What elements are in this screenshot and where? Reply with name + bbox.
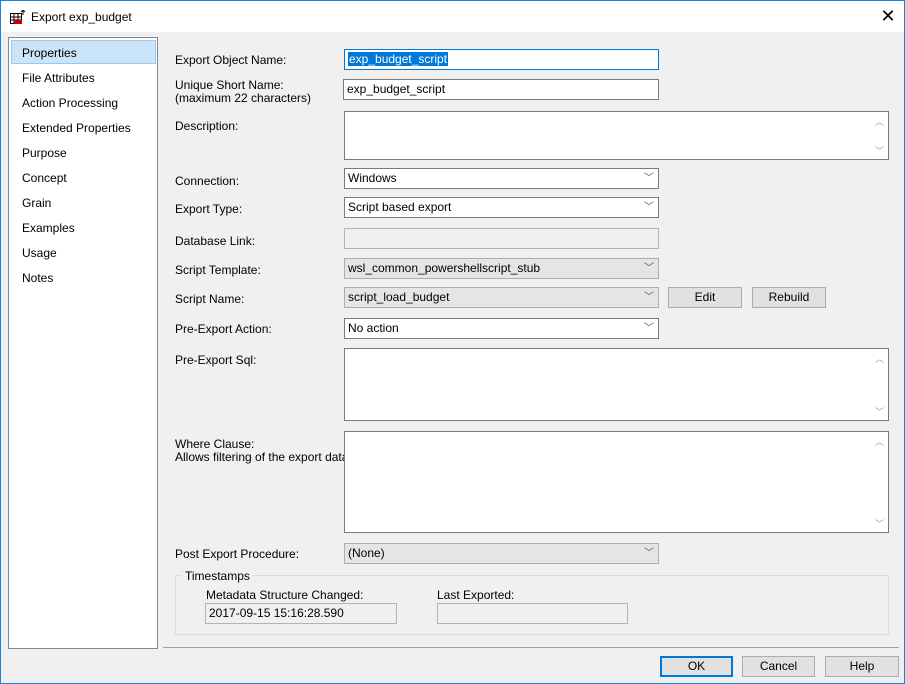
scroll-down-icon[interactable]: ﹀: [875, 517, 884, 530]
sidebar-nav: Properties File Attributes Action Proces…: [8, 37, 158, 649]
sidebar-item-extended-properties[interactable]: Extended Properties: [11, 116, 156, 140]
scroll-down-icon[interactable]: ﹀: [875, 144, 884, 157]
post-export-procedure-value: (None): [348, 546, 385, 560]
post-export-procedure-label: Post Export Procedure:: [175, 547, 300, 561]
unique-short-name-label: Unique Short Name:: [175, 78, 284, 92]
chevron-down-icon: ﹀: [644, 202, 654, 213]
where-clause-label: Where Clause:: [175, 437, 255, 451]
export-type-label: Export Type:: [175, 202, 243, 216]
chevron-down-icon: ﹀: [644, 548, 654, 559]
sidebar-item-notes[interactable]: Notes: [11, 266, 156, 290]
connection-label: Connection:: [175, 174, 240, 188]
script-template-value: wsl_common_powershellscript_stub: [348, 261, 541, 275]
post-export-procedure-select[interactable]: (None) ﹀: [344, 543, 659, 564]
pre-export-sql-textarea[interactable]: ︿ ﹀: [344, 348, 889, 421]
where-clause-scrollbar[interactable]: ︿ ﹀: [871, 432, 888, 532]
sidebar-item-properties[interactable]: Properties: [11, 40, 156, 64]
sidebar-item-grain[interactable]: Grain: [11, 191, 156, 215]
connection-select[interactable]: Windows ﹀: [344, 168, 659, 189]
script-name-select[interactable]: script_load_budget ﹀: [344, 287, 659, 308]
table-export-icon: [10, 10, 26, 24]
where-clause-textarea[interactable]: ︿ ﹀: [344, 431, 889, 533]
scroll-up-icon[interactable]: ︿: [875, 352, 884, 365]
cancel-button[interactable]: Cancel: [742, 656, 815, 677]
description-label: Description:: [175, 119, 239, 133]
last-exported-field: [437, 603, 628, 624]
sidebar-item-action-processing[interactable]: Action Processing: [11, 91, 156, 115]
sidebar-item-examples[interactable]: Examples: [11, 216, 156, 240]
edit-button[interactable]: Edit: [668, 287, 742, 308]
scroll-up-icon[interactable]: ︿: [875, 115, 884, 128]
last-exported-label: Last Exported:: [437, 588, 515, 602]
script-name-value: script_load_budget: [348, 290, 450, 304]
chevron-down-icon: ﹀: [644, 173, 654, 184]
connection-value: Windows: [348, 171, 397, 185]
pre-export-action-label: Pre-Export Action:: [175, 322, 272, 336]
timestamps-title: Timestamps: [182, 569, 253, 583]
database-link-input[interactable]: [344, 228, 659, 249]
metadata-changed-label: Metadata Structure Changed:: [206, 588, 364, 602]
export-object-name-label: Export Object Name:: [175, 53, 287, 67]
database-link-label: Database Link:: [175, 234, 256, 248]
script-template-select[interactable]: wsl_common_powershellscript_stub ﹀: [344, 258, 659, 279]
help-button[interactable]: Help: [825, 656, 899, 677]
pre-export-action-select[interactable]: No action ﹀: [344, 318, 659, 339]
title-bar: Export exp_budget ✕: [1, 1, 904, 32]
export-dialog: Export exp_budget ✕ Properties File Attr…: [0, 0, 905, 684]
metadata-changed-field: 2017-09-15 15:16:28.590: [205, 603, 397, 624]
sidebar-item-purpose[interactable]: Purpose: [11, 141, 156, 165]
chevron-down-icon: ﹀: [644, 323, 654, 334]
pre-export-action-value: No action: [348, 321, 399, 335]
ok-button[interactable]: OK: [660, 656, 733, 677]
chevron-down-icon: ﹀: [644, 263, 654, 274]
export-type-value: Script based export: [348, 200, 452, 214]
sidebar-item-usage[interactable]: Usage: [11, 241, 156, 265]
description-scrollbar[interactable]: ︿ ﹀: [871, 112, 888, 159]
window-title: Export exp_budget: [31, 10, 132, 24]
scroll-down-icon[interactable]: ﹀: [875, 405, 884, 418]
script-template-label: Script Template:: [175, 263, 261, 277]
script-name-label: Script Name:: [175, 292, 245, 306]
close-icon[interactable]: ✕: [874, 5, 902, 29]
rebuild-button[interactable]: Rebuild: [752, 287, 826, 308]
export-object-name-value: exp_budget_script: [348, 52, 449, 66]
where-clause-hint: Allows filtering of the export data.: [175, 450, 352, 464]
scroll-up-icon[interactable]: ︿: [875, 435, 884, 448]
pre-export-sql-label: Pre-Export Sql:: [175, 353, 257, 367]
sidebar-item-file-attributes[interactable]: File Attributes: [11, 66, 156, 90]
description-textarea[interactable]: ︿ ﹀: [344, 111, 889, 160]
unique-short-name-input[interactable]: exp_budget_script: [343, 79, 659, 100]
footer-divider: [163, 647, 899, 648]
sidebar-item-concept[interactable]: Concept: [11, 166, 156, 190]
export-type-select[interactable]: Script based export ﹀: [344, 197, 659, 218]
pre-export-sql-scrollbar[interactable]: ︿ ﹀: [871, 349, 888, 420]
unique-short-name-hint: (maximum 22 characters): [175, 91, 312, 105]
chevron-down-icon: ﹀: [644, 292, 654, 303]
export-object-name-input[interactable]: exp_budget_script: [344, 49, 659, 70]
